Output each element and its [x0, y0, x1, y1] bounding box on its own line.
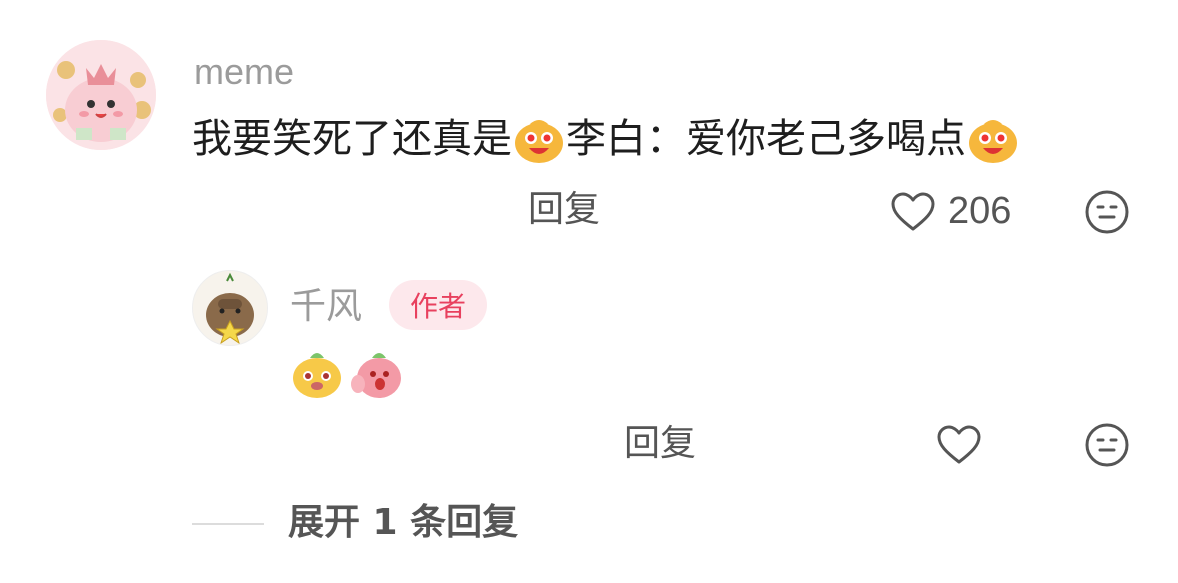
neutral-face-icon	[1085, 423, 1129, 467]
grinning-bun-emoji-icon	[512, 112, 566, 166]
comment-text-part1: 我要笑死了还真是	[192, 116, 512, 162]
expand-replies-button[interactable]: 展开 1 条回复	[288, 505, 518, 541]
reply-button[interactable]: 回复	[624, 426, 696, 462]
yellow-bun-emoji-icon	[290, 346, 344, 404]
pink-bun-emoji-icon	[350, 346, 404, 404]
like-button[interactable]: 206	[890, 190, 1011, 233]
neutral-face-icon	[1085, 190, 1129, 234]
heart-icon	[937, 425, 981, 464]
reply-username[interactable]: 千风	[290, 288, 362, 324]
reply-button[interactable]: 回复	[528, 192, 600, 228]
comment-text-part2: 李白：爱你老己多喝点	[566, 116, 966, 162]
reply-avatar[interactable]	[192, 270, 268, 346]
avatar[interactable]	[46, 40, 156, 150]
comment-text: 我要笑死了还真是 李白：爱你老己多喝点	[192, 112, 1020, 166]
like-button[interactable]	[936, 424, 982, 466]
author-badge: 作者	[389, 280, 487, 330]
comment-username[interactable]: meme	[194, 54, 294, 90]
reply-emojis	[290, 346, 404, 404]
like-count: 206	[948, 190, 1012, 232]
heart-icon	[890, 191, 936, 233]
dislike-button[interactable]	[1084, 189, 1130, 235]
dislike-button[interactable]	[1084, 422, 1130, 468]
grinning-bun-emoji-icon	[966, 112, 1020, 166]
expand-divider	[192, 523, 264, 525]
